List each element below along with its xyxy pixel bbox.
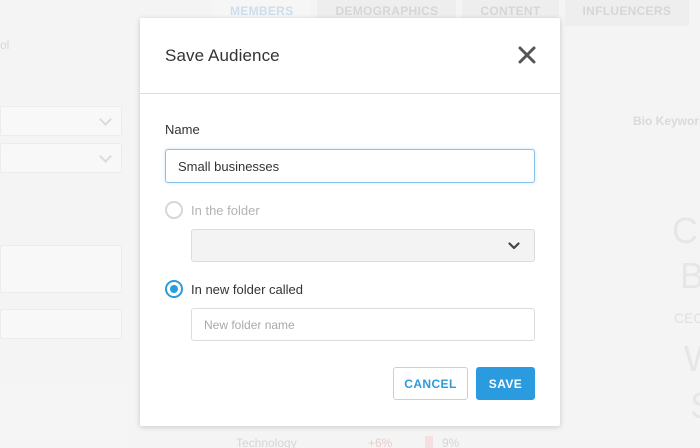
close-button[interactable]	[516, 44, 538, 66]
radio-button-unchecked[interactable]	[165, 201, 183, 219]
cancel-button[interactable]: CANCEL	[393, 367, 468, 400]
folder-select[interactable]	[191, 229, 535, 262]
new-folder-name-input[interactable]	[191, 308, 535, 341]
chevron-down-icon	[508, 242, 520, 250]
name-label: Name	[165, 122, 200, 137]
radio-new-folder-label: In new folder called	[191, 281, 304, 297]
save-audience-dialog: Save Audience Name In the folder In new …	[140, 18, 560, 426]
radio-new-folder[interactable]: In new folder called	[165, 280, 303, 298]
dialog-header: Save Audience	[140, 18, 560, 94]
dialog-title: Save Audience	[165, 46, 280, 65]
radio-existing-folder[interactable]: In the folder	[165, 201, 260, 219]
radio-button-checked[interactable]	[165, 280, 183, 298]
save-button[interactable]: SAVE	[476, 367, 535, 400]
app-screen: MEMBERS DEMOGRAPHICS CONTENT INFLUENCERS…	[0, 0, 700, 448]
audience-name-input[interactable]	[165, 149, 535, 183]
close-icon	[518, 46, 536, 64]
radio-existing-folder-label: In the folder	[191, 202, 260, 218]
